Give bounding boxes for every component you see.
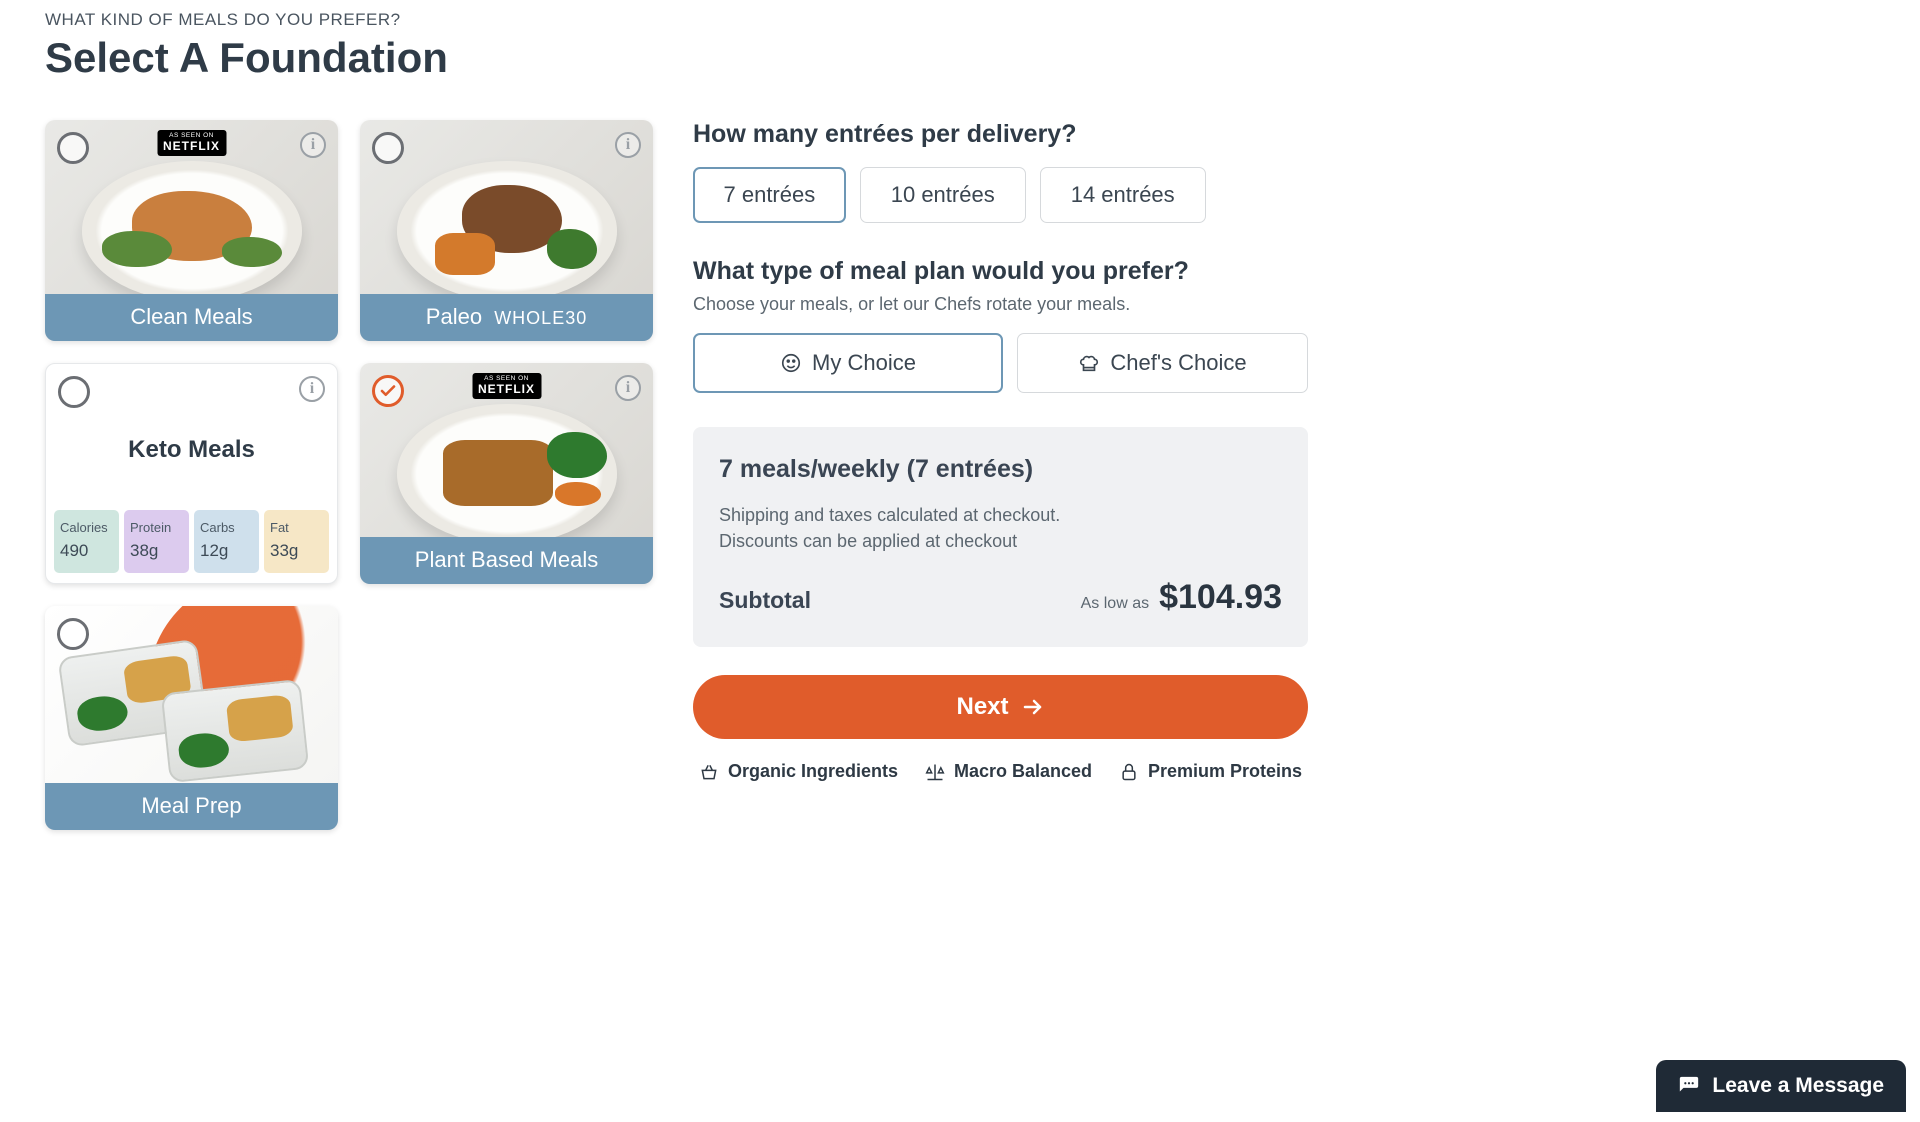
meal-radio-mealprep[interactable] xyxy=(57,618,89,650)
macro-protein: Protein 38g xyxy=(124,510,189,573)
meal-card-clean[interactable]: AS SEEN ONNETFLIX i Clean Meals xyxy=(45,120,338,341)
meal-label: Paleo WHOLE30 xyxy=(360,294,653,341)
chat-widget[interactable]: Leave a Message xyxy=(1656,1060,1906,1112)
meal-label-text: Paleo xyxy=(426,304,482,329)
entrees-option-7[interactable]: 7 entrées xyxy=(693,167,846,223)
info-icon[interactable]: i xyxy=(615,375,641,401)
meal-card-paleo[interactable]: i Paleo WHOLE30 xyxy=(360,120,653,341)
trust-badges: Organic Ingredients Macro Balanced Premi… xyxy=(693,761,1308,782)
plan-option-chefs[interactable]: Chef's Choice xyxy=(1017,333,1308,393)
entrees-question: How many entrées per delivery? xyxy=(693,120,1308,149)
scale-icon xyxy=(925,762,945,782)
meal-label: Keto Meals xyxy=(46,436,337,464)
plan-option-mychoice[interactable]: My Choice xyxy=(693,333,1003,393)
meal-label: Plant Based Meals xyxy=(360,537,653,584)
order-summary: 7 meals/weekly (7 entrées) Shipping and … xyxy=(693,427,1308,647)
meal-label: Meal Prep xyxy=(45,783,338,830)
check-icon xyxy=(379,382,397,400)
trust-protein: Premium Proteins xyxy=(1119,761,1302,782)
basket-icon xyxy=(699,762,719,782)
plan-question: What type of meal plan would you prefer? xyxy=(693,257,1308,286)
chef-hat-icon xyxy=(1078,352,1100,374)
as-low-as-text: As low as xyxy=(1081,595,1149,613)
plan-option-label: My Choice xyxy=(812,350,916,376)
meal-radio-paleo[interactable] xyxy=(372,132,404,164)
meal-radio-clean[interactable] xyxy=(57,132,89,164)
lock-icon xyxy=(1119,762,1139,782)
subtotal-label: Subtotal xyxy=(719,587,811,614)
macro-calories: Calories 490 xyxy=(54,510,119,573)
next-button[interactable]: Next xyxy=(693,675,1308,739)
trust-organic: Organic Ingredients xyxy=(699,761,898,782)
meal-card-plant[interactable]: AS SEEN ONNETFLIX i Plant Based Meals xyxy=(360,363,653,584)
whole30-badge: WHOLE30 xyxy=(494,308,587,328)
info-icon[interactable]: i xyxy=(615,132,641,158)
meal-grid: AS SEEN ONNETFLIX i Clean Meals i Paleo … xyxy=(45,120,653,830)
arrow-right-icon xyxy=(1021,695,1045,719)
netflix-badge: AS SEEN ONNETFLIX xyxy=(157,130,226,156)
subtotal-price: $104.93 xyxy=(1159,578,1282,617)
meal-radio-keto[interactable] xyxy=(58,376,90,408)
plan-option-label: Chef's Choice xyxy=(1110,350,1246,376)
meal-label: Clean Meals xyxy=(45,294,338,341)
entrees-option-10[interactable]: 10 entrées xyxy=(860,167,1026,223)
chat-label: Leave a Message xyxy=(1712,1074,1884,1098)
smile-icon xyxy=(780,352,802,374)
entrees-option-14[interactable]: 14 entrées xyxy=(1040,167,1206,223)
eyebrow-text: WHAT KIND OF MEALS DO YOU PREFER? xyxy=(45,10,1875,30)
info-icon[interactable]: i xyxy=(300,132,326,158)
plan-subtext: Choose your meals, or let our Chefs rota… xyxy=(693,294,1308,315)
page-title: Select A Foundation xyxy=(45,34,1875,82)
macro-fat: Fat 33g xyxy=(264,510,329,573)
meal-radio-plant[interactable] xyxy=(372,375,404,407)
macro-row: Calories 490 Protein 38g Carbs 12g Fat 3… xyxy=(54,510,329,573)
meal-card-keto[interactable]: i Keto Meals Calories 490 Protein 38g Ca… xyxy=(45,363,338,584)
info-icon[interactable]: i xyxy=(299,376,325,402)
summary-note: Shipping and taxes calculated at checkou… xyxy=(719,502,1282,554)
netflix-badge: AS SEEN ONNETFLIX xyxy=(472,373,541,399)
macro-carbs: Carbs 12g xyxy=(194,510,259,573)
trust-macro: Macro Balanced xyxy=(925,761,1092,782)
plan-options: My Choice Chef's Choice xyxy=(693,333,1308,393)
next-button-label: Next xyxy=(956,693,1008,721)
meal-card-mealprep[interactable]: Meal Prep xyxy=(45,606,338,830)
entrees-options: 7 entrées 10 entrées 14 entrées xyxy=(693,167,1308,223)
chat-icon xyxy=(1678,1075,1700,1097)
summary-title: 7 meals/weekly (7 entrées) xyxy=(719,455,1282,484)
